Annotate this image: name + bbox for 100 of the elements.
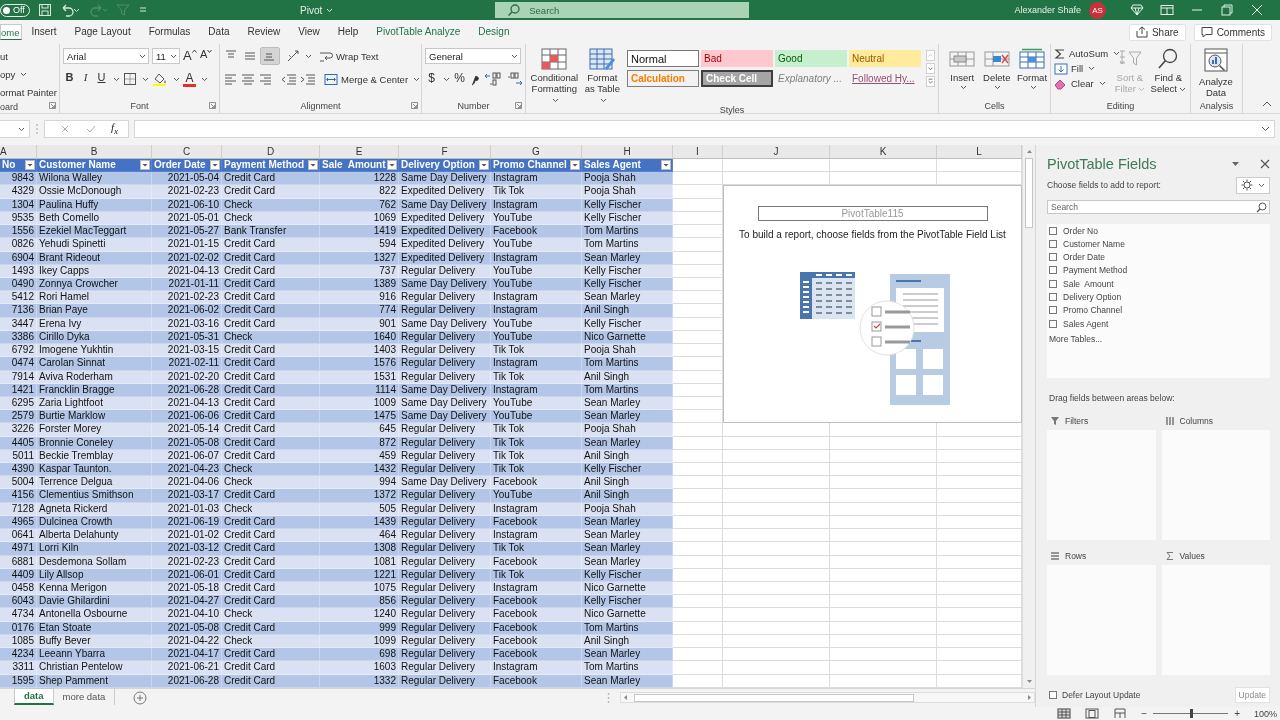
column-heading[interactable]: K [830,145,937,159]
pane-options-icon[interactable] [1231,161,1240,167]
document-title[interactable]: Pivot [300,4,334,16]
split-handle-icon[interactable] [607,691,610,704]
cell-style[interactable]: Good [775,50,847,67]
increase-decimal-icon[interactable] [484,72,502,86]
search-field[interactable]: Search [1047,200,1270,214]
formula-field[interactable] [134,120,1275,138]
filter-dropdown-icon[interactable] [25,160,35,171]
format-cells-button[interactable]: Format [1017,46,1047,90]
field-label[interactable]: Order Date [1063,252,1106,263]
more-tables-link[interactable]: More Tables... [1049,334,1268,345]
align-bottom-icon[interactable] [261,48,279,64]
underline-button[interactable]: U [95,71,108,87]
scroll-left-icon[interactable] [621,693,630,703]
increase-indent-icon[interactable] [299,72,317,86]
field-label[interactable]: Order No [1063,225,1098,236]
column-heading[interactable]: F [399,145,491,159]
column-heading[interactable]: D [222,145,320,159]
analyze-data-button[interactable]: Analyze Data [1194,46,1238,98]
format-as-table-button[interactable]: Format as Table [582,46,622,105]
clear-button[interactable]: Clear [1054,76,1106,91]
scroll-thumb[interactable] [1025,158,1033,228]
align-center-icon[interactable] [240,72,256,86]
font-color-button[interactable]: A [183,71,196,87]
align-left-icon[interactable] [223,72,239,86]
find-select-button[interactable]: Find & Select [1149,46,1187,94]
column-heading[interactable]: H [582,145,673,159]
field-label[interactable]: Sales Agent [1063,318,1109,329]
column-heading[interactable]: E [320,145,399,159]
check-icon[interactable] [85,123,97,135]
checkbox[interactable] [1049,306,1057,315]
normal-view-icon[interactable] [1057,708,1072,719]
ribbon-tab[interactable]: ome [0,24,23,40]
dialog-launcher-icon[interactable] [209,102,216,109]
fill-button[interactable]: Fill [1054,61,1096,76]
clipboard-button[interactable]: ut [0,49,56,64]
cell-style[interactable]: Normal [627,50,699,67]
ribbon-tab[interactable]: Page Layout [65,20,140,44]
column-heading[interactable]: J [723,145,830,159]
field-label[interactable]: Delivery Option [1063,292,1122,302]
delete-cells-button[interactable]: Delete [982,46,1011,90]
checkbox[interactable] [1049,293,1057,301]
ribbon-tab[interactable]: Insert [22,20,66,44]
clipboard-button[interactable]: opy [0,67,56,82]
zoom-level[interactable]: 100% [1253,708,1277,719]
ribbon-tab[interactable]: Formulas [139,20,200,44]
filter-dropdown-icon[interactable] [479,160,489,171]
field-label[interactable]: Customer Name [1063,238,1125,249]
column-heading[interactable]: I [673,145,723,159]
zoom-out-button[interactable]: − [1141,708,1148,719]
decrease-decimal-icon[interactable] [505,72,523,86]
clipboard-button[interactable]: ormat Painter [0,85,56,100]
comments-button[interactable]: Comments [1193,23,1272,41]
field-label[interactable]: Payment Method [1063,265,1128,276]
column-heading[interactable]: C [152,145,222,159]
filter-dropdown-icon[interactable] [387,160,397,171]
page-break-view-icon[interactable] [1113,708,1128,719]
sheet-tab[interactable]: more data [53,687,116,705]
more-styles-icon[interactable] [926,76,935,87]
page-layout-view-icon[interactable] [1085,708,1100,719]
cancel-icon[interactable] [59,123,71,135]
cell-style[interactable]: Followed Hy... [849,70,921,87]
expand-icon[interactable] [1261,126,1270,132]
scroll-down-icon[interactable] [926,63,935,74]
ribbon-tab[interactable]: Review [238,20,290,44]
checkbox[interactable] [1049,691,1057,699]
cell-style[interactable]: Neutral [849,50,921,67]
search-field[interactable]: Search [495,2,750,18]
checkbox[interactable] [1049,319,1057,328]
ribbon-tab[interactable]: PivotTable Analyze [367,20,470,44]
wrap-text-button[interactable]: Wrap Text [319,48,379,64]
decrease-indent-icon[interactable] [280,72,298,86]
filter-dropdown-icon[interactable] [140,160,150,171]
tools-button[interactable] [1236,176,1270,194]
ribbon-tab[interactable]: View [289,20,329,44]
filter-dropdown-icon[interactable] [308,160,318,171]
dialog-launcher-icon[interactable] [515,102,522,109]
filter-dropdown-icon[interactable] [570,160,580,171]
column-heading[interactable]: A [0,145,37,159]
column-heading[interactable]: G [491,145,582,159]
italic-button[interactable]: I [79,71,92,87]
percent-button[interactable]: % [453,71,466,87]
ribbon-tab[interactable]: Design [469,20,519,44]
checkbox[interactable] [1049,226,1057,235]
checkbox[interactable] [1049,239,1057,248]
add-sheet-icon[interactable] [133,690,148,705]
save-icon[interactable] [37,3,52,17]
font-size-field[interactable]: 11 [152,48,180,64]
scroll-up-icon[interactable] [1024,147,1034,156]
avatar[interactable]: AS [1089,1,1106,19]
conditional-formatting-button[interactable]: Conditional Formatting [529,46,580,105]
scroll-thumb[interactable] [634,693,914,702]
checkbox[interactable] [1049,266,1057,275]
checkbox[interactable] [1049,253,1057,262]
insert-function-button[interactable]: f$_{x}$ [111,121,119,137]
checkbox[interactable] [1049,279,1057,288]
shrink-font-button[interactable]: A [199,48,213,64]
collapse-ribbon-icon[interactable] [1262,100,1272,107]
dialog-launcher-icon[interactable] [49,102,56,109]
